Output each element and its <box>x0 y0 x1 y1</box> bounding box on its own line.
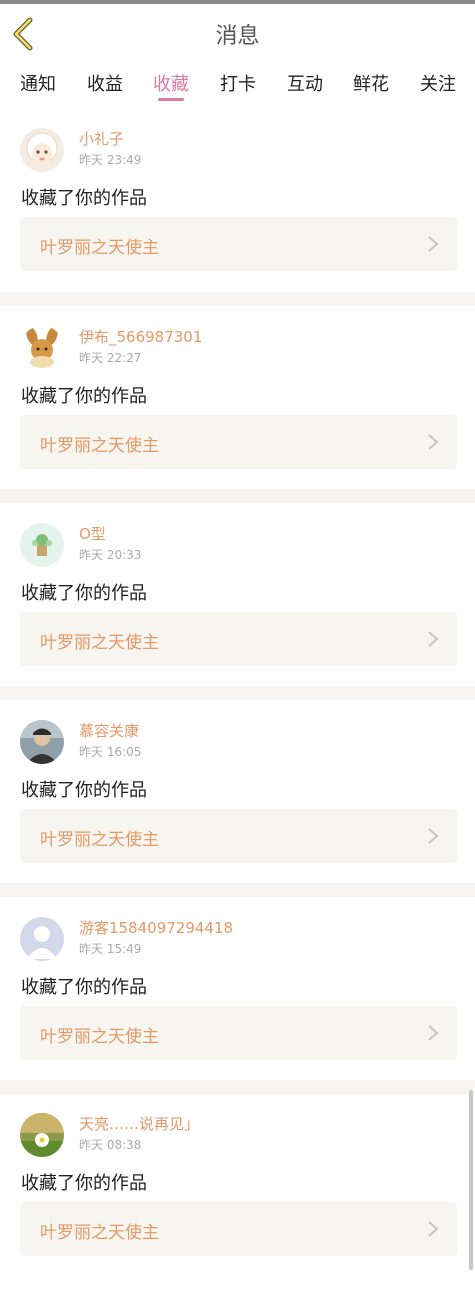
timestamp: 昨天 23:49 <box>79 153 142 167</box>
page-title: 消息 <box>215 24 260 49</box>
timestamp: 昨天 16:05 <box>79 745 142 759</box>
work-title: 叶罗丽之天使主 <box>40 1223 159 1243</box>
tab-notifications[interactable]: 通知 <box>14 70 62 96</box>
daisy-avatar[interactable] <box>20 1113 64 1157</box>
chevron-right-icon <box>428 1221 439 1237</box>
divider <box>0 686 475 700</box>
work-title: 叶罗丽之天使主 <box>40 633 159 653</box>
scrollbar[interactable] <box>469 1090 473 1270</box>
work-link[interactable]: 叶罗丽之天使主 <box>20 1006 457 1060</box>
timestamp: 昨天 22:27 <box>79 351 142 365</box>
chevron-right-icon <box>428 236 439 252</box>
work-link[interactable]: 叶罗丽之天使主 <box>20 217 457 271</box>
action-text: 收藏了你的作品 <box>21 386 147 407</box>
chevron-right-icon <box>428 434 439 450</box>
message-item: 伊布_566987301 昨天 22:27 收藏了你的作品 叶罗丽之天使主 <box>0 326 475 506</box>
timestamp: 昨天 20:33 <box>79 548 142 562</box>
timestamp: 昨天 15:49 <box>79 942 142 956</box>
work-link[interactable]: 叶罗丽之天使主 <box>20 809 457 863</box>
tab-flowers[interactable]: 鲜花 <box>347 70 395 96</box>
timestamp: 昨天 08:38 <box>79 1138 142 1152</box>
username[interactable]: 伊布_566987301 <box>79 326 202 347</box>
divider <box>0 292 475 306</box>
tab-active-indicator <box>158 98 184 101</box>
tab-interactions[interactable]: 互动 <box>281 70 329 96</box>
chevron-right-icon <box>428 631 439 647</box>
eevee-avatar[interactable] <box>20 326 64 370</box>
plant-avatar[interactable] <box>20 523 64 567</box>
divider <box>0 1080 475 1094</box>
work-title: 叶罗丽之天使主 <box>40 436 159 456</box>
work-link[interactable]: 叶罗丽之天使主 <box>20 1202 457 1256</box>
action-text: 收藏了你的作品 <box>21 1173 147 1194</box>
action-text: 收藏了你的作品 <box>21 977 147 998</box>
work-title: 叶罗丽之天使主 <box>40 238 159 258</box>
divider <box>0 883 475 897</box>
tab-earnings[interactable]: 收益 <box>81 70 129 96</box>
action-text: 收藏了你的作品 <box>21 780 147 801</box>
message-item: 游客1584097294418 昨天 15:49 收藏了你的作品 叶罗丽之天使主 <box>0 917 475 1097</box>
divider <box>0 489 475 503</box>
tab-checkin[interactable]: 打卡 <box>214 70 262 96</box>
default-avatar[interactable] <box>20 917 64 961</box>
username[interactable]: 慕容关康 <box>79 720 139 741</box>
work-link[interactable]: 叶罗丽之天使主 <box>20 415 457 469</box>
username[interactable]: 小礼子 <box>79 128 124 149</box>
message-item: 小礼子 昨天 23:49 收藏了你的作品 叶罗丽之天使主 <box>0 128 475 308</box>
message-item: 天亮……说再见」 昨天 08:38 收藏了你的作品 叶罗丽之天使主 <box>0 1113 475 1293</box>
username[interactable]: O型 <box>79 523 106 544</box>
username[interactable]: 天亮……说再见」 <box>79 1113 199 1134</box>
action-text: 收藏了你的作品 <box>21 583 147 604</box>
chevron-right-icon <box>428 1025 439 1041</box>
message-item: 慕容关康 昨天 16:05 收藏了你的作品 叶罗丽之天使主 <box>0 720 475 900</box>
work-link[interactable]: 叶罗丽之天使主 <box>20 612 457 666</box>
sheep-avatar[interactable] <box>20 128 64 172</box>
username[interactable]: 游客1584097294418 <box>79 917 233 938</box>
tab-bar: 通知 收益 收藏 打卡 互动 鲜花 关注 <box>0 62 475 108</box>
tab-follows[interactable]: 关注 <box>414 70 462 96</box>
header: 消息 <box>0 4 475 63</box>
chevron-right-icon <box>428 828 439 844</box>
work-title: 叶罗丽之天使主 <box>40 1027 159 1047</box>
tab-favorites[interactable]: 收藏 <box>147 70 195 96</box>
work-title: 叶罗丽之天使主 <box>40 830 159 850</box>
person-avatar[interactable] <box>20 720 64 764</box>
action-text: 收藏了你的作品 <box>21 188 147 209</box>
message-item: O型 昨天 20:33 收藏了你的作品 叶罗丽之天使主 <box>0 523 475 703</box>
